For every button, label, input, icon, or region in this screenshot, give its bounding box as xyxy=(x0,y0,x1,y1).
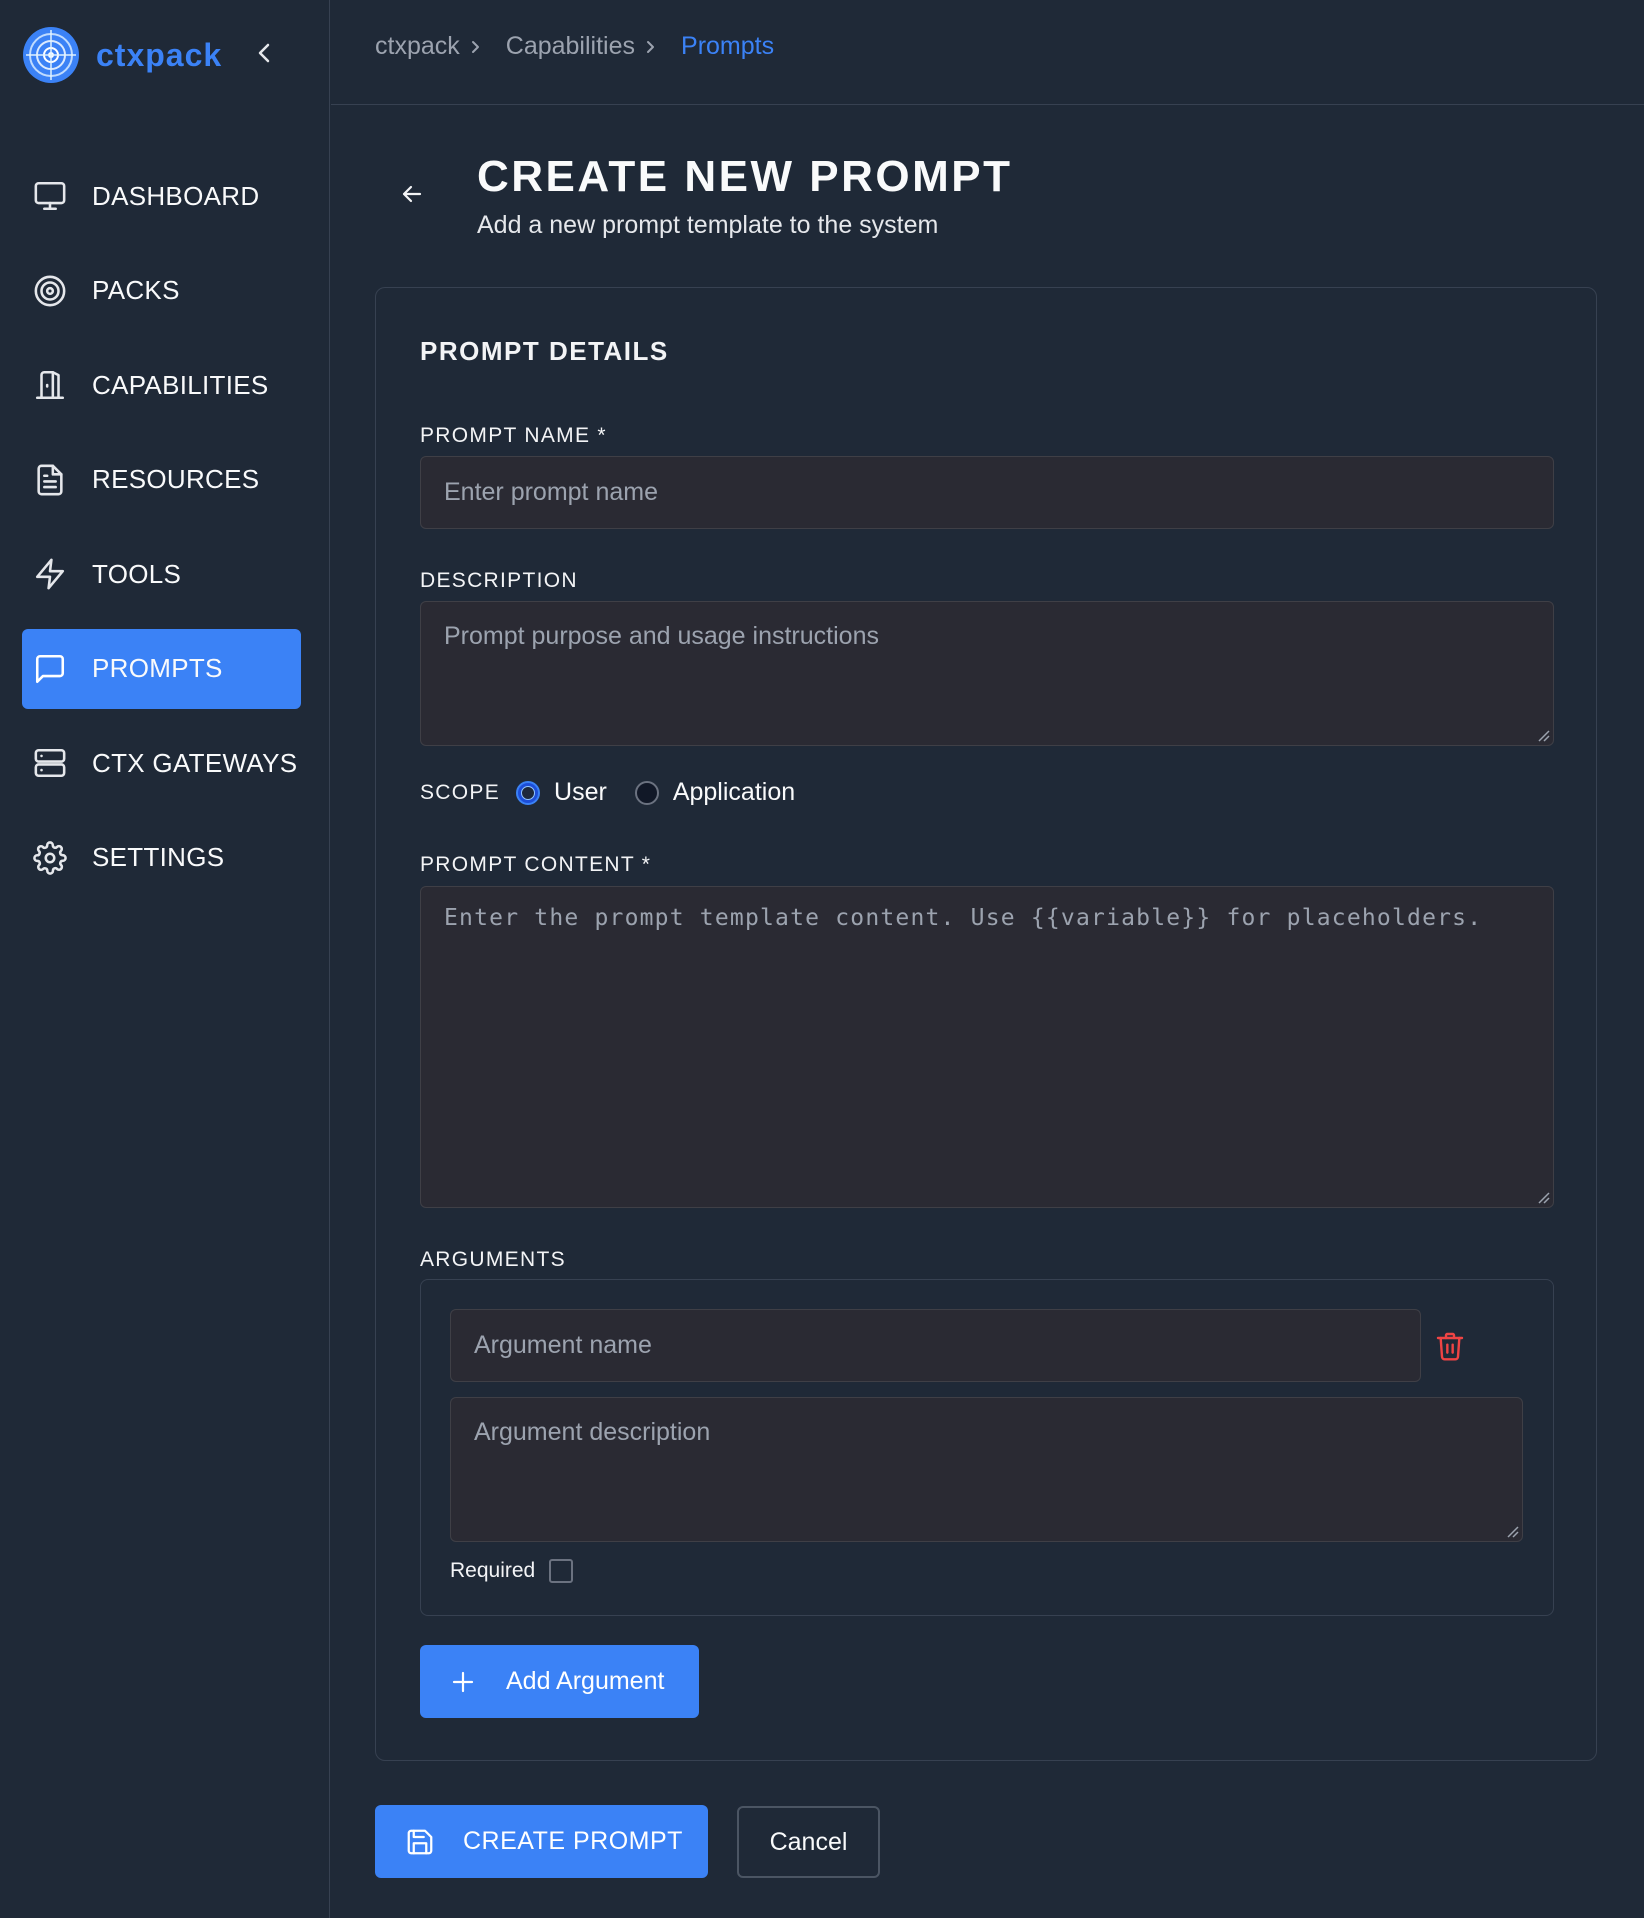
trash-icon[interactable] xyxy=(1434,1330,1466,1362)
scope-radio-group: SCOPE User Application xyxy=(420,778,823,807)
prompt-name-input[interactable]: Enter prompt name xyxy=(420,456,1554,529)
description-textarea[interactable]: Prompt purpose and usage instructions xyxy=(420,601,1554,746)
sidebar-item-label: RESOURCES xyxy=(92,464,260,494)
target-icon xyxy=(32,273,68,309)
brand[interactable]: ctxpack xyxy=(22,26,222,84)
sidebar-item-prompts[interactable]: PROMPTS xyxy=(22,628,301,709)
save-icon xyxy=(407,1829,433,1854)
chevron-right-icon xyxy=(471,40,479,53)
scope-user-label[interactable]: User xyxy=(554,778,607,807)
chevron-left-icon[interactable] xyxy=(252,40,278,66)
door-icon xyxy=(32,367,68,403)
prompt-content-placeholder: Enter the prompt template content. Use {… xyxy=(444,905,1483,931)
argument-item: Argument name Argument description Requi… xyxy=(420,1279,1554,1616)
monitor-icon xyxy=(32,178,68,214)
cancel-button[interactable]: Cancel xyxy=(737,1806,880,1878)
server-icon xyxy=(32,745,68,781)
argument-name-placeholder: Argument name xyxy=(474,1331,652,1359)
target-logo-icon xyxy=(23,27,79,83)
description-label: DESCRIPTION xyxy=(420,569,578,592)
brand-name: ctxpack xyxy=(96,36,223,73)
sidebar-item-label: SETTINGS xyxy=(92,842,225,872)
create-prompt-button[interactable]: CREATE PROMPT xyxy=(375,1805,708,1878)
prompt-content-textarea[interactable]: Enter the prompt template content. Use {… xyxy=(420,886,1554,1208)
scope-application-radio[interactable] xyxy=(634,780,659,805)
sidebar-item-label: CAPABILITIES xyxy=(92,369,269,400)
argument-description-textarea[interactable]: Argument description xyxy=(450,1397,1523,1542)
resize-handle-icon[interactable] xyxy=(1533,725,1551,743)
breadcrumb: ctxpack Capabilities Prompts xyxy=(375,32,774,61)
sidebar-item-resources[interactable]: RESOURCES xyxy=(22,440,301,520)
page-subtitle: Add a new prompt template to the system xyxy=(477,211,939,239)
sidebar-item-label: TOOLS xyxy=(92,558,182,589)
scope-label: SCOPE xyxy=(420,780,501,804)
argument-description-placeholder: Argument description xyxy=(474,1418,711,1446)
sidebar-item-label: CTX GATEWAYS xyxy=(92,747,298,778)
create-prompt-label: CREATE PROMPT xyxy=(463,1827,683,1855)
lightning-icon xyxy=(32,556,68,592)
chevron-right-icon xyxy=(647,40,655,53)
sidebar-item-label: PACKS xyxy=(92,275,180,305)
plus-icon xyxy=(452,1671,474,1692)
section-title: PROMPT DETAILS xyxy=(420,336,669,366)
required-row: Required xyxy=(450,1559,574,1583)
sidebar-item-dashboard[interactable]: DASHBOARD xyxy=(22,156,301,236)
prompt-details-card: PROMPT DETAILS PROMPT NAME * Enter promp… xyxy=(375,287,1597,1761)
sidebar-item-capabilities[interactable]: CAPABILITIES xyxy=(22,345,301,425)
required-checkbox[interactable] xyxy=(549,1559,574,1583)
top-header: ctxpack Capabilities Prompts xyxy=(331,0,1644,105)
prompt-content-label: PROMPT CONTENT * xyxy=(420,853,652,876)
file-text-icon xyxy=(32,462,68,498)
sidebar-item-tools[interactable]: TOOLS xyxy=(22,534,301,614)
breadcrumb-item-ctxpack[interactable]: ctxpack xyxy=(375,32,460,61)
sidebar-item-settings[interactable]: SETTINGS xyxy=(22,818,301,898)
scope-user-radio[interactable] xyxy=(516,780,541,805)
page-title: CREATE NEW PROMPT xyxy=(477,152,1013,201)
sidebar-item-ctx-gateways[interactable]: CTX GATEWAYS xyxy=(22,723,301,803)
arguments-label: ARGUMENTS xyxy=(420,1248,566,1271)
app-root: ctxpack DASHBOARD PACKS CAPABILITIES RES… xyxy=(0,0,1644,1918)
prompt-name-placeholder: Enter prompt name xyxy=(444,478,658,506)
sidebar-item-label: DASHBOARD xyxy=(92,180,260,211)
resize-handle-icon[interactable] xyxy=(1502,1521,1520,1539)
sidebar: ctxpack DASHBOARD PACKS CAPABILITIES RES… xyxy=(0,0,330,1918)
description-placeholder: Prompt purpose and usage instructions xyxy=(444,622,879,650)
required-label: Required xyxy=(450,1559,536,1582)
arrow-left-icon[interactable] xyxy=(398,180,426,208)
message-square-icon xyxy=(32,651,68,687)
sidebar-item-packs[interactable]: PACKS xyxy=(22,251,301,331)
gear-icon xyxy=(32,840,68,876)
scope-application-label[interactable]: Application xyxy=(673,778,795,807)
resize-handle-icon[interactable] xyxy=(1533,1187,1551,1205)
sidebar-item-label: PROMPTS xyxy=(92,653,223,683)
breadcrumb-item-prompts: Prompts xyxy=(681,32,775,60)
breadcrumb-item-capabilities[interactable]: Capabilities xyxy=(506,32,635,61)
argument-name-input[interactable]: Argument name xyxy=(450,1309,1421,1382)
add-argument-label: Add Argument xyxy=(506,1667,665,1695)
add-argument-button[interactable]: Add Argument xyxy=(420,1645,699,1718)
sidebar-nav: DASHBOARD PACKS CAPABILITIES RESOURCES T… xyxy=(22,156,301,912)
prompt-name-label: PROMPT NAME * xyxy=(420,424,607,447)
